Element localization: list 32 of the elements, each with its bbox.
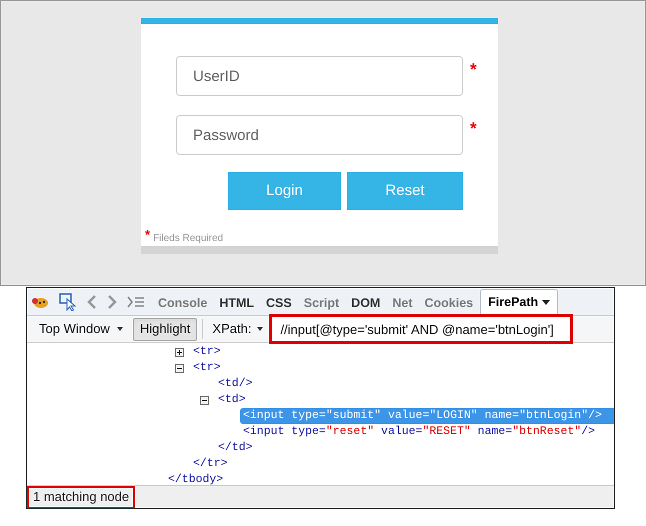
caret-icon bbox=[116, 327, 123, 331]
inspect-icon[interactable] bbox=[59, 293, 77, 311]
panel-tab[interactable]: FirePath bbox=[480, 289, 558, 315]
collapse-icon[interactable] bbox=[200, 396, 209, 404]
status-text: 1 matching node bbox=[27, 486, 136, 508]
query-type-menu[interactable]: XPath: bbox=[208, 318, 268, 340]
required-note: Fileds Required bbox=[153, 232, 224, 246]
panel-tab[interactable]: HTML bbox=[214, 291, 260, 315]
panel-tab[interactable]: DOM bbox=[346, 291, 386, 315]
required-mark: * bbox=[470, 120, 477, 137]
input-field[interactable]: Password bbox=[176, 115, 463, 155]
code-line[interactable]: </tr> bbox=[190, 456, 231, 472]
expand-icon[interactable] bbox=[175, 348, 184, 356]
code-line[interactable]: <tr> bbox=[190, 360, 224, 376]
xpath-field[interactable]: //input[@type='submit' AND @name='btnLogin'] bbox=[269, 314, 574, 344]
panel-tab[interactable]: CSS bbox=[261, 291, 297, 315]
required-mark: * bbox=[470, 61, 477, 78]
code-line[interactable]: <td/> bbox=[215, 376, 256, 392]
highlight-toggle[interactable]: Highlight bbox=[132, 318, 198, 340]
required-mark: * bbox=[145, 228, 150, 241]
frame-menu-button[interactable]: Top Window bbox=[33, 318, 129, 340]
caret-icon bbox=[542, 300, 550, 305]
code-line[interactable]: <td> bbox=[215, 392, 249, 408]
bug-icon[interactable] bbox=[31, 295, 49, 309]
caret-icon bbox=[257, 327, 264, 331]
input-field[interactable]: UserID bbox=[176, 56, 463, 96]
command-line-icon[interactable] bbox=[127, 296, 145, 308]
code-line[interactable]: </td> bbox=[215, 440, 256, 456]
code-line[interactable]: </tbody> bbox=[165, 472, 226, 485]
code-line[interactable]: <input type="reset" value="RESET" name="btnReset"/> bbox=[240, 424, 598, 440]
code-line[interactable]: <tr> bbox=[190, 344, 224, 360]
collapse-icon[interactable] bbox=[175, 364, 184, 372]
